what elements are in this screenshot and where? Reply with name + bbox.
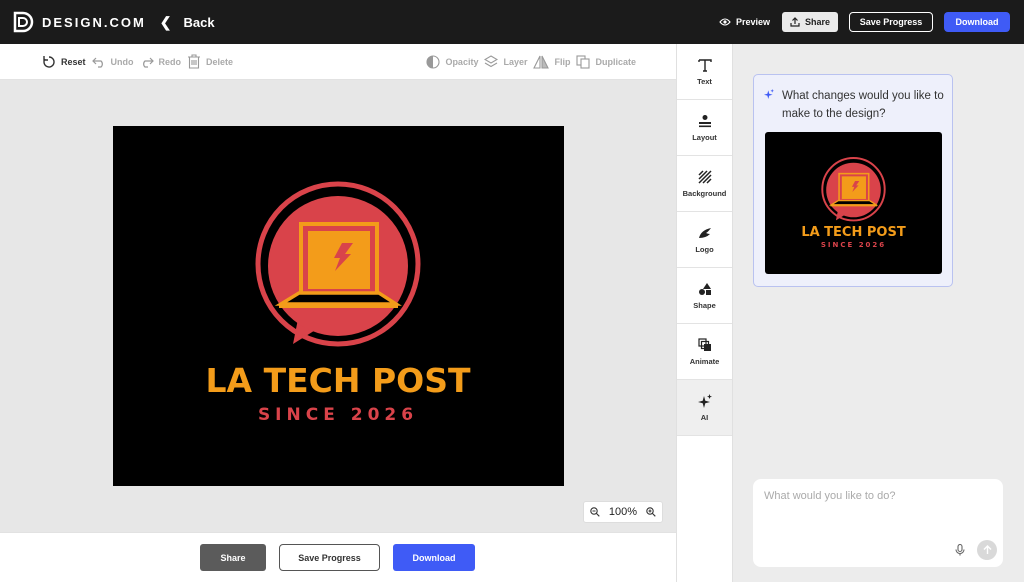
bottom-share-button[interactable]: Share: [200, 544, 266, 571]
preview-button[interactable]: Preview: [719, 17, 770, 27]
thumb-subtitle: SINCE 2026: [821, 241, 886, 249]
zoom-out-icon[interactable]: [590, 507, 600, 517]
sparkle-icon: [697, 393, 712, 408]
reset-label: Reset: [61, 56, 86, 67]
opacity-label: Opacity: [445, 56, 479, 67]
side-item-background[interactable]: Background: [677, 156, 732, 212]
share-label: Share: [804, 17, 830, 27]
design-title[interactable]: LA TECH POST: [206, 361, 471, 400]
microphone-icon[interactable]: [955, 544, 965, 556]
design-artboard[interactable]: LA TECH POST SINCE 2026: [113, 126, 564, 486]
opacity-icon: [426, 54, 440, 69]
design-subtitle[interactable]: SINCE 2026: [258, 405, 418, 425]
edit-toolbar: Reset Undo Redo Delete Opacity Layer Fli…: [0, 44, 676, 80]
opacity-button[interactable]: Opacity: [426, 54, 479, 69]
ai-prompt-placeholder: What would you like to do?: [764, 490, 896, 502]
thumb-title: LA TECH POST: [801, 225, 906, 240]
zoom-control: 100%: [583, 501, 663, 523]
zoom-level: 100%: [608, 506, 638, 518]
ai-message-card: What changes would you like to make to t…: [753, 74, 953, 287]
delete-label: Delete: [206, 56, 234, 67]
logo-icon: [698, 227, 711, 238]
sparkle-icon: [764, 89, 774, 99]
side-item-animate[interactable]: Animate: [677, 324, 732, 380]
layer-button[interactable]: Layer: [484, 55, 527, 69]
side-item-ai[interactable]: AI: [677, 380, 732, 436]
side-item-background-label: Background: [682, 188, 727, 198]
back-button[interactable]: ❮ Back: [160, 14, 215, 31]
ai-prompt-input[interactable]: What would you like to do?: [753, 479, 1003, 567]
side-item-layout-label: Layout: [692, 132, 717, 142]
preview-label: Preview: [735, 17, 770, 27]
layer-label: Layer: [503, 56, 528, 67]
side-menu: Text Layout Background Logo Shape Animat…: [676, 44, 733, 582]
zoom-in-icon[interactable]: [646, 507, 656, 517]
ai-question: What changes would you like to make to t…: [782, 90, 944, 120]
redo-icon: [142, 57, 154, 68]
share-button[interactable]: Share: [781, 12, 838, 32]
duplicate-icon: [576, 54, 591, 69]
reset-button[interactable]: Reset: [42, 54, 86, 69]
save-progress-button[interactable]: Save Progress: [849, 12, 933, 32]
layout-icon: [698, 114, 711, 127]
design-com-logo-icon: [13, 11, 34, 33]
canvas-area[interactable]: LA TECH POST SINCE 2026 100%: [0, 80, 676, 532]
text-icon: [697, 58, 712, 72]
duplicate-button[interactable]: Duplicate: [576, 54, 636, 69]
duplicate-label: Duplicate: [595, 56, 636, 67]
background-icon: [697, 169, 712, 184]
design-thumbnail[interactable]: LA TECH POST SINCE 2026: [765, 132, 942, 274]
redo-button[interactable]: Redo: [140, 54, 182, 69]
ai-panel: What changes would you like to make to t…: [733, 44, 1024, 582]
laptop-chat-emblem[interactable]: [255, 181, 421, 347]
side-item-text-label: Text: [697, 76, 712, 86]
trash-icon: [188, 54, 201, 69]
bottom-bar: Share Save Progress Download: [0, 532, 676, 582]
shape-icon: [698, 282, 711, 295]
side-item-animate-label: Animate: [689, 356, 720, 366]
flip-label: Flip: [554, 56, 571, 67]
side-item-layout[interactable]: Layout: [677, 100, 732, 156]
brand-logo[interactable]: DESIGN.COM: [12, 11, 146, 33]
animate-icon: [697, 337, 711, 351]
side-item-ai-label: AI: [700, 412, 709, 422]
undo-icon: [91, 57, 103, 68]
flip-icon: [533, 55, 550, 69]
side-item-shape-label: Shape: [693, 300, 716, 310]
upload-icon: [790, 17, 800, 27]
delete-button[interactable]: Delete: [187, 54, 233, 69]
side-item-shape[interactable]: Shape: [677, 268, 732, 324]
send-button[interactable]: [977, 540, 997, 560]
brand-name: DESIGN.COM: [42, 14, 146, 30]
reset-icon: [43, 55, 55, 68]
top-bar: DESIGN.COM ❮ Back Preview Share Save Pro…: [0, 0, 1024, 44]
chevron-left-icon: ❮: [159, 13, 172, 30]
eye-icon: [719, 18, 731, 26]
back-label: Back: [183, 14, 215, 30]
layers-icon: [484, 55, 499, 68]
undo-button[interactable]: Undo: [91, 54, 134, 69]
side-item-logo[interactable]: Logo: [677, 212, 732, 268]
download-button[interactable]: Download: [944, 12, 1010, 32]
bottom-download-button[interactable]: Download: [393, 544, 475, 571]
redo-label: Redo: [158, 56, 182, 67]
undo-label: Undo: [110, 56, 134, 67]
arrow-up-icon: [983, 545, 991, 554]
logo-design[interactable]: LA TECH POST SINCE 2026: [113, 126, 564, 486]
side-item-logo-label: Logo: [695, 244, 714, 254]
flip-button[interactable]: Flip: [533, 55, 570, 69]
side-item-text[interactable]: Text: [677, 44, 732, 100]
bottom-save-progress-button[interactable]: Save Progress: [279, 544, 380, 571]
